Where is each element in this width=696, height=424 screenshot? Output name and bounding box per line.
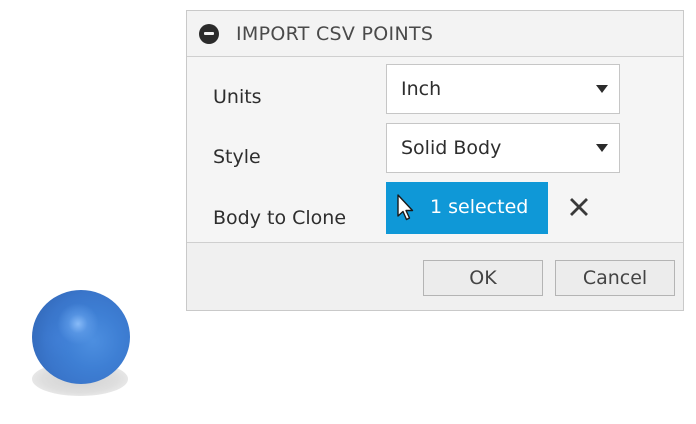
units-value: Inch xyxy=(401,78,442,100)
chevron-down-icon xyxy=(596,144,608,152)
dialog-footer: OK Cancel xyxy=(187,243,683,311)
units-dropdown[interactable]: Inch xyxy=(386,64,620,114)
units-label: Units xyxy=(213,86,262,108)
canvas-sphere-body[interactable] xyxy=(30,290,130,410)
dialog-body: Units Inch Style Solid Body Body to Clon… xyxy=(187,57,683,243)
dialog-header: IMPORT CSV POINTS xyxy=(187,11,683,57)
style-value: Solid Body xyxy=(401,137,502,159)
sphere[interactable] xyxy=(32,290,130,384)
style-dropdown[interactable]: Solid Body xyxy=(386,123,620,173)
ok-button[interactable]: OK xyxy=(423,260,543,296)
chevron-down-icon xyxy=(596,85,608,93)
body-selection-button[interactable]: 1 selected xyxy=(386,182,548,234)
selection-count: 1 selected xyxy=(430,196,529,218)
collapse-minus-icon[interactable] xyxy=(199,23,219,44)
dialog-title: IMPORT CSV POINTS xyxy=(236,22,434,45)
import-csv-points-dialog: IMPORT CSV POINTS Units Inch Style Solid… xyxy=(186,10,684,311)
clear-x-icon[interactable] xyxy=(569,197,589,217)
body-to-clone-label: Body to Clone xyxy=(213,207,347,229)
cancel-button[interactable]: Cancel xyxy=(555,260,675,296)
style-label: Style xyxy=(213,146,261,168)
pointer-arrow-icon xyxy=(397,194,414,221)
